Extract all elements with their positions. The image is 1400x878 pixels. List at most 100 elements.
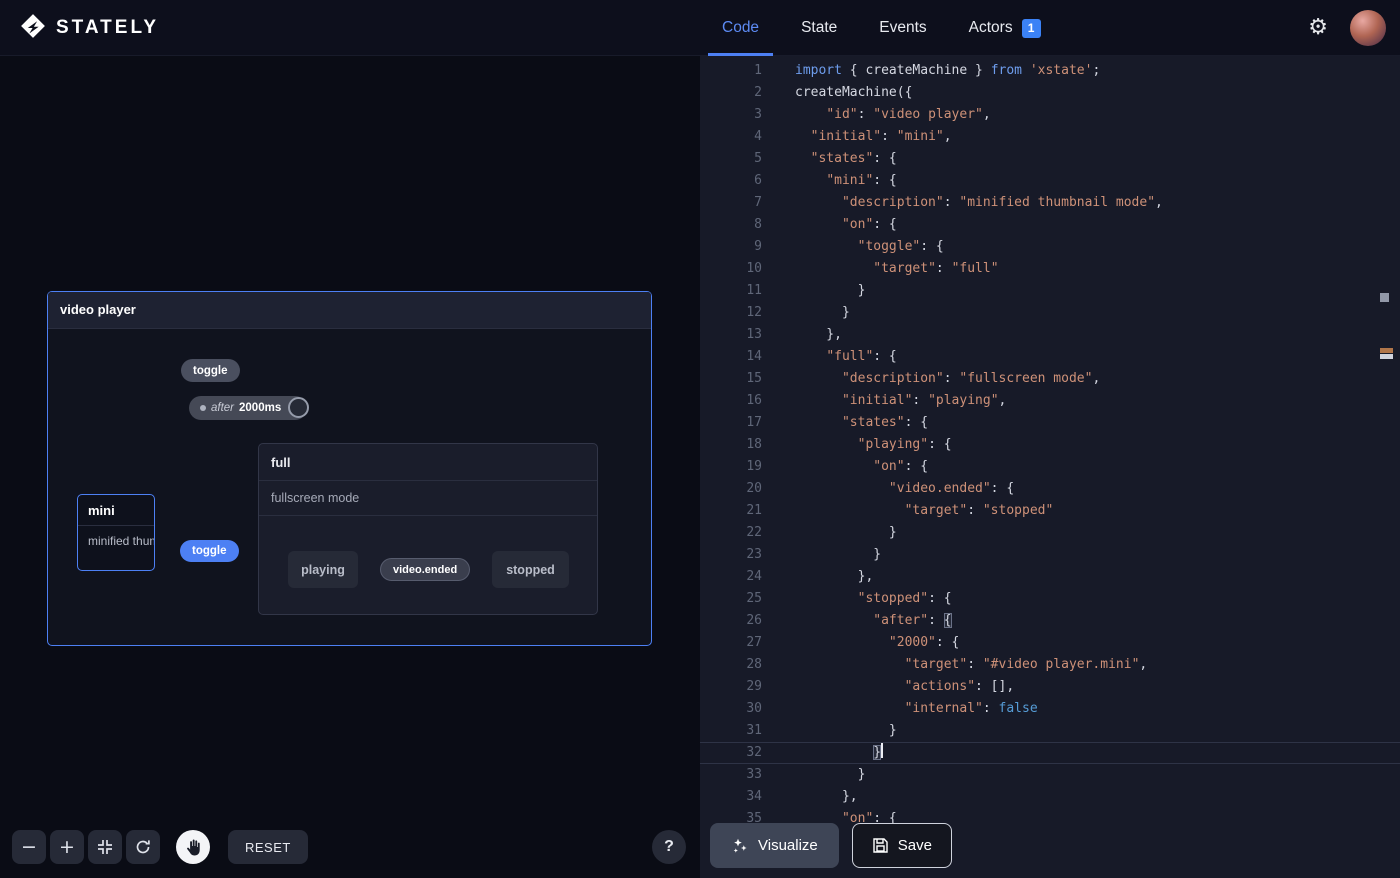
zoom-out-button[interactable]: −: [12, 830, 46, 864]
code-line-content: },: [762, 324, 842, 346]
line-number: 13: [700, 324, 762, 346]
code-line[interactable]: 3 "id": "video player",: [700, 104, 1400, 126]
code-line[interactable]: 7 "description": "minified thumbnail mod…: [700, 192, 1400, 214]
tab-state[interactable]: State: [801, 0, 837, 56]
code-line[interactable]: 23 }: [700, 544, 1400, 566]
line-number: 5: [700, 148, 762, 170]
code-line[interactable]: 12 }: [700, 302, 1400, 324]
state-title-full[interactable]: full: [259, 444, 597, 481]
line-number: 4: [700, 126, 762, 148]
stately-logo[interactable]: STATELY: [20, 0, 159, 56]
state-node-stopped[interactable]: stopped: [492, 551, 569, 588]
code-line-content: },: [762, 566, 873, 588]
code-line[interactable]: 1import { createMachine } from 'xstate';: [700, 60, 1400, 82]
code-line[interactable]: 5 "states": {: [700, 148, 1400, 170]
settings-gear-icon[interactable]: ⚙: [1308, 17, 1328, 39]
line-number: 21: [700, 500, 762, 522]
help-button[interactable]: ?: [652, 830, 686, 864]
machine-canvas[interactable]: video player full fullscreen mode playin…: [0, 56, 700, 878]
code-line[interactable]: 28 "target": "#video player.mini",: [700, 654, 1400, 676]
code-line[interactable]: 6 "mini": {: [700, 170, 1400, 192]
code-line[interactable]: 15 "description": "fullscreen mode",: [700, 368, 1400, 390]
code-line[interactable]: 8 "on": {: [700, 214, 1400, 236]
code-line[interactable]: 10 "target": "full": [700, 258, 1400, 280]
code-line[interactable]: 9 "toggle": {: [700, 236, 1400, 258]
code-line-content: "video.ended": {: [762, 478, 1014, 500]
code-line[interactable]: 26 "after": {: [700, 610, 1400, 632]
event-video-ended[interactable]: video.ended: [380, 558, 470, 581]
code-line[interactable]: 27 "2000": {: [700, 632, 1400, 654]
code-editor[interactable]: 1import { createMachine } from 'xstate';…: [700, 56, 1400, 878]
code-line[interactable]: 14 "full": {: [700, 346, 1400, 368]
reset-orientation-button[interactable]: [126, 830, 160, 864]
fit-to-view-button[interactable]: [88, 830, 122, 864]
line-number: 1: [700, 60, 762, 82]
line-number: 18: [700, 434, 762, 456]
user-avatar[interactable]: [1350, 10, 1386, 46]
code-line[interactable]: 24 },: [700, 566, 1400, 588]
code-line-content: },: [762, 786, 858, 808]
code-line[interactable]: 17 "states": {: [700, 412, 1400, 434]
code-line-content: "target": "full": [762, 258, 999, 280]
line-number: 7: [700, 192, 762, 214]
code-line[interactable]: 2createMachine({: [700, 82, 1400, 104]
code-line[interactable]: 18 "playing": {: [700, 434, 1400, 456]
tab-actors[interactable]: Actors 1: [969, 0, 1041, 56]
line-number: 9: [700, 236, 762, 258]
state-description-full: fullscreen mode: [259, 481, 597, 516]
stately-editor-app: STATELY Code State Events Actors 1 ⚙: [0, 0, 1400, 878]
actors-count-badge: 1: [1022, 19, 1041, 38]
zoom-in-button[interactable]: +: [50, 830, 84, 864]
event-toggle-mini-to-full[interactable]: toggle: [180, 540, 239, 562]
code-line[interactable]: 20 "video.ended": {: [700, 478, 1400, 500]
code-line-content: "description": "fullscreen mode",: [762, 368, 1100, 390]
code-line[interactable]: 29 "actions": [],: [700, 676, 1400, 698]
main-split: video player full fullscreen mode playin…: [0, 56, 1400, 878]
code-line[interactable]: 21 "target": "stopped": [700, 500, 1400, 522]
event-after-2000ms[interactable]: after 2000ms: [189, 396, 307, 420]
event-toggle-full-to-mini[interactable]: toggle: [181, 359, 240, 382]
code-line[interactable]: 31 }: [700, 720, 1400, 742]
overview-ruler-mark: [1380, 348, 1393, 353]
code-line[interactable]: 4 "initial": "mini",: [700, 126, 1400, 148]
visualize-button[interactable]: Visualize: [710, 823, 839, 868]
tab-events[interactable]: Events: [879, 0, 926, 56]
code-line-content: createMachine({: [762, 82, 912, 104]
sparkles-icon: [731, 837, 749, 855]
pan-tool-button[interactable]: [176, 830, 210, 864]
rotate-icon: [135, 839, 151, 855]
code-line[interactable]: 22 }: [700, 522, 1400, 544]
code-line[interactable]: 25 "stopped": {: [700, 588, 1400, 610]
code-line[interactable]: 16 "initial": "playing",: [700, 390, 1400, 412]
tab-events-label: Events: [879, 19, 926, 37]
after-delay-value: 2000ms: [239, 402, 281, 414]
state-title-mini[interactable]: mini: [78, 495, 154, 526]
line-number: 14: [700, 346, 762, 368]
code-line[interactable]: 11 }: [700, 280, 1400, 302]
state-node-playing[interactable]: playing: [288, 551, 358, 588]
state-node-full[interactable]: full fullscreen mode: [258, 443, 598, 615]
code-line-content: }: [762, 280, 865, 302]
tab-code[interactable]: Code: [722, 0, 759, 56]
code-line-content: "initial": "playing",: [762, 390, 1006, 412]
tab-code-label: Code: [722, 19, 759, 37]
state-title-video-player[interactable]: video player: [48, 292, 651, 329]
save-button[interactable]: Save: [852, 823, 952, 868]
code-line-content: "id": "video player",: [762, 104, 991, 126]
code-line-content: import { createMachine } from 'xstate';: [762, 60, 1100, 82]
state-node-mini[interactable]: mini minified thumbnail mode: [77, 494, 155, 571]
code-line[interactable]: 13 },: [700, 324, 1400, 346]
code-line[interactable]: 32 }: [700, 742, 1400, 764]
panel-tabs: Code State Events Actors 1: [700, 0, 1041, 56]
code-line-content: "on": {: [762, 214, 897, 236]
code-line[interactable]: 30 "internal": false: [700, 698, 1400, 720]
hand-icon: [186, 839, 201, 856]
code-line-content: "on": {: [762, 456, 928, 478]
code-line[interactable]: 34 },: [700, 786, 1400, 808]
overview-ruler-mark: [1380, 293, 1389, 302]
line-number: 11: [700, 280, 762, 302]
code-line[interactable]: 19 "on": {: [700, 456, 1400, 478]
tab-state-label: State: [801, 19, 837, 37]
reset-button[interactable]: RESET: [228, 830, 308, 864]
code-line[interactable]: 33 }: [700, 764, 1400, 786]
